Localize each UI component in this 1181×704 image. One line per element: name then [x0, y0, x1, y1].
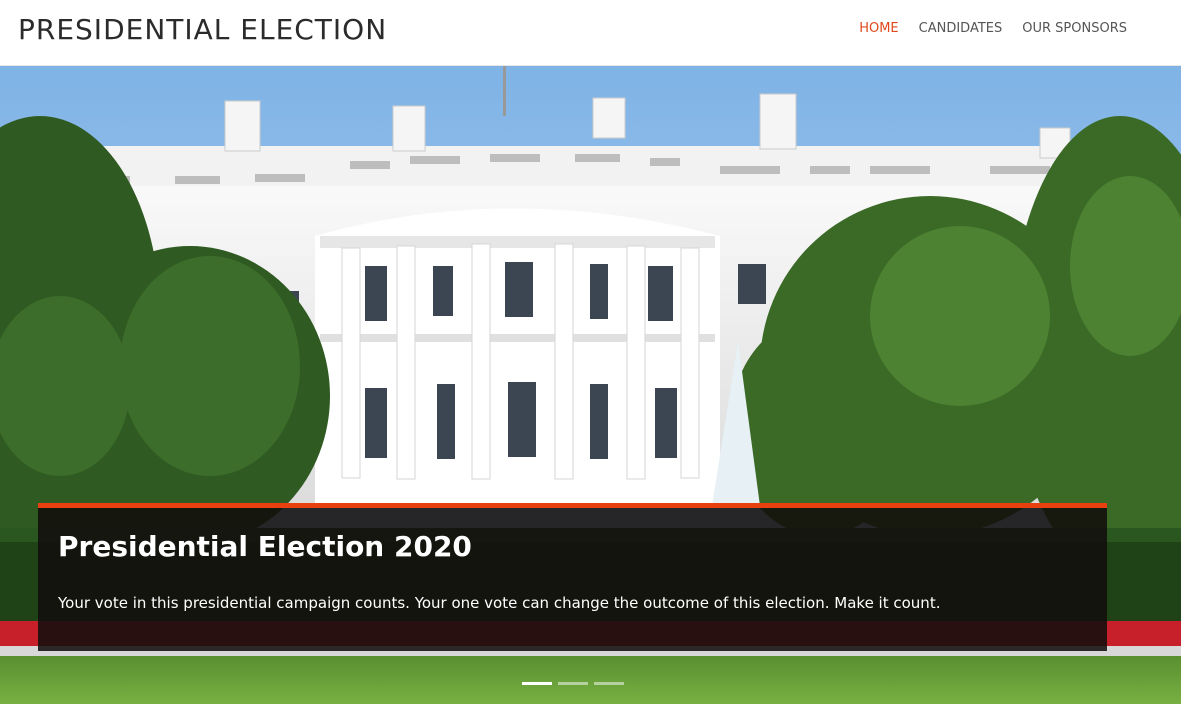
caption-title: Presidential Election 2020	[58, 530, 472, 563]
nav-home-link[interactable]: HOME	[859, 21, 898, 36]
main-nav: HOME CANDIDATES OUR SPONSORS	[859, 21, 1127, 36]
nav-candidates-link[interactable]: CANDIDATES	[919, 21, 1003, 36]
nav-sponsors-link[interactable]: OUR SPONSORS	[1022, 21, 1127, 36]
caption-text: Your vote in this presidential campaign …	[58, 594, 941, 612]
site-title[interactable]: PRESIDENTIAL ELECTION	[18, 13, 387, 46]
site-header: PRESIDENTIAL ELECTION HOME CANDIDATES OU…	[0, 0, 1181, 66]
carousel-indicator-2[interactable]	[558, 682, 588, 685]
hero-carousel[interactable]: Presidential Election 2020 Your vote in …	[0, 66, 1181, 704]
carousel-indicator-3[interactable]	[594, 682, 624, 685]
carousel-indicator-1[interactable]	[522, 682, 552, 685]
carousel-indicators	[522, 682, 624, 685]
carousel-caption: Presidential Election 2020 Your vote in …	[38, 503, 1107, 651]
